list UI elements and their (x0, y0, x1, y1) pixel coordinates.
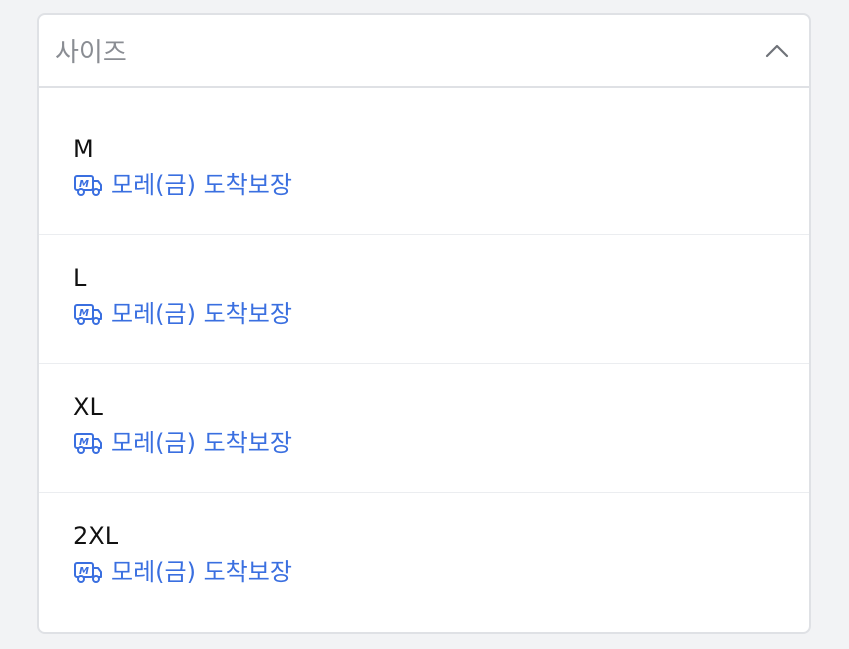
delivery-guarantee: M 모레(금) 도착보장 (73, 557, 809, 587)
chevron-up-icon[interactable] (763, 37, 791, 65)
delivery-truck-icon: M (74, 433, 102, 454)
svg-text:M: M (79, 308, 89, 319)
svg-text:M: M (79, 566, 89, 577)
delivery-text: 모레(금) 도착보장 (111, 171, 292, 199)
size-option-label: XL (73, 393, 103, 421)
size-option-m[interactable]: M M 모레(금) 도착보장 (39, 106, 809, 235)
delivery-text: 모레(금) 도착보장 (111, 558, 292, 586)
size-option-l[interactable]: L M 모레(금) 도착보장 (39, 235, 809, 364)
size-option-xl[interactable]: XL M 모레(금) 도착보장 (39, 364, 809, 493)
svg-text:M: M (79, 179, 89, 190)
delivery-guarantee: M 모레(금) 도착보장 (73, 299, 809, 329)
size-dropdown-header[interactable]: 사이즈 (39, 15, 809, 88)
delivery-guarantee: M 모레(금) 도착보장 (73, 428, 809, 458)
size-option-2xl[interactable]: 2XL M 모레(금) 도착보장 (39, 493, 809, 622)
delivery-truck-icon: M (74, 304, 102, 325)
delivery-text: 모레(금) 도착보장 (111, 300, 292, 328)
delivery-truck-icon: M (74, 175, 102, 196)
size-dropdown: 사이즈 M M 모레(금) 도착보장 L M 모레(금) 도착보장 XL M 모… (37, 13, 811, 634)
delivery-text: 모레(금) 도착보장 (111, 429, 292, 457)
delivery-truck-icon: M (74, 562, 102, 583)
dropdown-title: 사이즈 (55, 38, 127, 68)
delivery-guarantee: M 모레(금) 도착보장 (73, 170, 809, 200)
size-option-label: 2XL (73, 522, 119, 550)
size-option-label: M (73, 135, 94, 163)
size-option-list: M M 모레(금) 도착보장 L M 모레(금) 도착보장 XL M 모레(금)… (39, 88, 809, 622)
svg-text:M: M (79, 437, 89, 448)
size-option-label: L (73, 264, 87, 292)
